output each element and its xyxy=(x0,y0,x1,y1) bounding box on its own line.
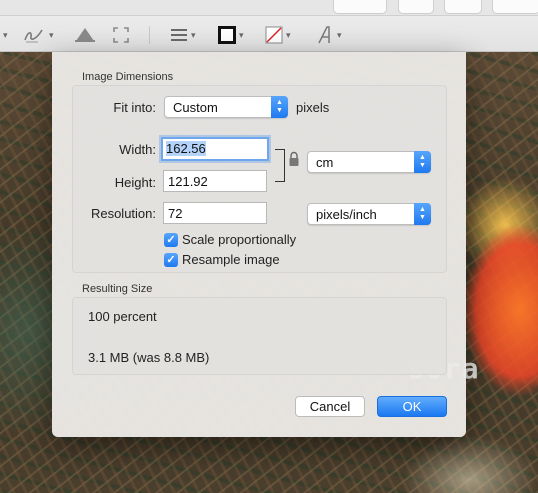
resize-tool[interactable] xyxy=(112,24,130,46)
ok-button[interactable]: OK xyxy=(377,396,447,417)
sketch-tool[interactable]: ▾ xyxy=(22,24,54,46)
chevron-down-icon: ▾ xyxy=(191,29,196,40)
resize-icon xyxy=(112,26,130,44)
adjust-color-tool[interactable] xyxy=(74,24,96,46)
fit-into-select[interactable]: Custom ▲ ▼ xyxy=(164,96,288,118)
height-value: 121.92 xyxy=(168,174,208,189)
markup-pen-button[interactable] xyxy=(333,0,387,14)
toolbar-divider xyxy=(149,26,150,44)
select-arrows-icon: ▲ ▼ xyxy=(414,203,431,225)
fill-color-icon xyxy=(265,26,283,44)
resulting-file-size: 3.1 MB (was 8.8 MB) xyxy=(88,350,210,365)
adjust-size-dialog: Image Dimensions Fit into: Custom ▲ ▼ pix… xyxy=(52,52,466,437)
resolution-value: 72 xyxy=(168,206,183,221)
select-arrows-icon: ▲ ▼ xyxy=(414,151,431,173)
cancel-button[interactable]: Cancel xyxy=(295,396,365,417)
fit-into-value: Custom xyxy=(173,100,218,115)
shape-style-tool[interactable]: ▾ xyxy=(170,24,196,46)
resolution-label: Resolution: xyxy=(90,206,156,221)
rotate-button[interactable] xyxy=(398,0,434,14)
height-label: Height: xyxy=(114,175,156,190)
size-unit-value: cm xyxy=(316,155,334,170)
chevron-down-icon: ▾ xyxy=(337,29,342,40)
search-button[interactable] xyxy=(492,0,538,14)
resulting-percent: 100 percent xyxy=(88,309,157,324)
scale-proportionally-label: Scale proportionally xyxy=(182,232,297,247)
resample-image-label: Resample image xyxy=(182,252,280,267)
select-arrows-icon: ▲ ▼ xyxy=(271,96,288,118)
toolbar-partial-arrow[interactable]: ▾ xyxy=(0,24,8,46)
checkmark-icon: ✓ xyxy=(164,232,178,247)
width-value: 162.56 xyxy=(166,141,206,156)
share-button[interactable] xyxy=(444,0,482,14)
border-color-tool[interactable]: ▾ xyxy=(218,24,244,46)
text-style-icon xyxy=(316,25,334,45)
width-field[interactable]: 162.56 xyxy=(161,137,269,161)
text-style-tool[interactable]: ▾ xyxy=(316,24,342,46)
image-dimensions-title: Image Dimensions xyxy=(82,71,174,83)
adjust-color-icon xyxy=(74,26,96,44)
size-unit-select[interactable]: cm ▲ ▼ xyxy=(307,151,431,173)
border-color-icon xyxy=(218,26,236,44)
checkmark-icon: ✓ xyxy=(164,252,178,267)
sketch-icon xyxy=(22,25,46,45)
markup-toolbar: ▾ ▾ ▾ ▾ ▾ ▾ xyxy=(0,16,538,52)
resolution-unit-select[interactable]: pixels/inch ▲ ▼ xyxy=(307,203,431,225)
fit-into-label: Fit into: xyxy=(113,100,156,115)
chevron-down-icon: ▾ xyxy=(286,29,291,40)
lock-icon[interactable] xyxy=(288,151,300,170)
shape-style-icon xyxy=(170,27,188,43)
resample-image-checkbox[interactable]: ✓ Resample image xyxy=(164,252,280,267)
window-title-strip xyxy=(0,0,538,16)
chevron-down-icon: ▾ xyxy=(49,29,54,40)
resolution-field[interactable]: 72 xyxy=(163,202,267,224)
width-label: Width: xyxy=(119,142,156,157)
scale-proportionally-checkbox[interactable]: ✓ Scale proportionally xyxy=(164,232,296,247)
height-field[interactable]: 121.92 xyxy=(163,170,267,192)
resolution-unit-value: pixels/inch xyxy=(316,207,377,222)
resulting-size-title: Resulting Size xyxy=(82,283,153,295)
fit-into-unit: pixels xyxy=(296,100,330,115)
constrain-bracket xyxy=(275,149,285,182)
chevron-down-icon: ▾ xyxy=(239,29,244,40)
fill-color-tool[interactable]: ▾ xyxy=(265,24,291,46)
